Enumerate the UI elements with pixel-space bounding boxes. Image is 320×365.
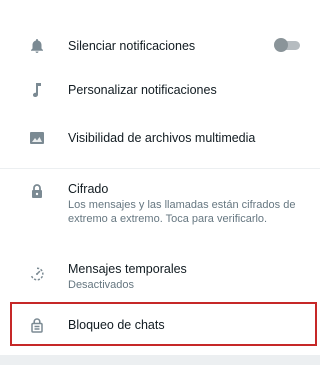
chat-lock-icon — [27, 315, 47, 335]
notification-settings-section: Silenciar notificaciones Personalizar no… — [0, 0, 320, 168]
disappearing-messages-row[interactable]: Mensajes temporales Desactivados — [0, 261, 320, 295]
chat-lock-row[interactable]: Bloqueo de chats — [0, 315, 320, 335]
timer-icon — [27, 264, 47, 284]
encryption-row[interactable]: Cifrado Los mensajes y las llamadas está… — [0, 181, 320, 241]
image-icon — [27, 128, 47, 148]
encryption-description: Los mensajes y las llamadas están cifrad… — [68, 199, 296, 225]
custom-notifications-row[interactable]: Personalizar notificaciones — [0, 80, 320, 100]
music-note-icon — [27, 80, 47, 100]
bell-icon — [27, 36, 47, 56]
disappearing-messages-text: Mensajes temporales Desactivados — [68, 261, 300, 293]
encryption-text: Cifrado Los mensajes y las llamadas está… — [68, 181, 300, 226]
toggle-thumb — [274, 38, 288, 52]
custom-notifications-label: Personalizar notificaciones — [68, 83, 217, 97]
mute-notifications-label: Silenciar notificaciones — [68, 39, 196, 53]
disappearing-messages-status: Desactivados — [68, 279, 135, 291]
mute-notifications-row[interactable]: Silenciar notificaciones — [0, 36, 320, 56]
encryption-label: Cifrado — [68, 182, 109, 196]
media-visibility-label: Visibilidad de archivos multimedia — [68, 131, 256, 145]
lock-icon — [27, 181, 47, 201]
mute-notifications-toggle[interactable] — [274, 38, 302, 52]
chat-lock-label: Bloqueo de chats — [68, 318, 165, 332]
chat-settings-screen: Silenciar notificaciones Personalizar no… — [0, 0, 320, 365]
privacy-settings-section: Cifrado Los mensajes y las llamadas está… — [0, 169, 320, 355]
disappearing-messages-label: Mensajes temporales — [68, 262, 187, 276]
media-visibility-row[interactable]: Visibilidad de archivos multimedia — [0, 128, 320, 148]
